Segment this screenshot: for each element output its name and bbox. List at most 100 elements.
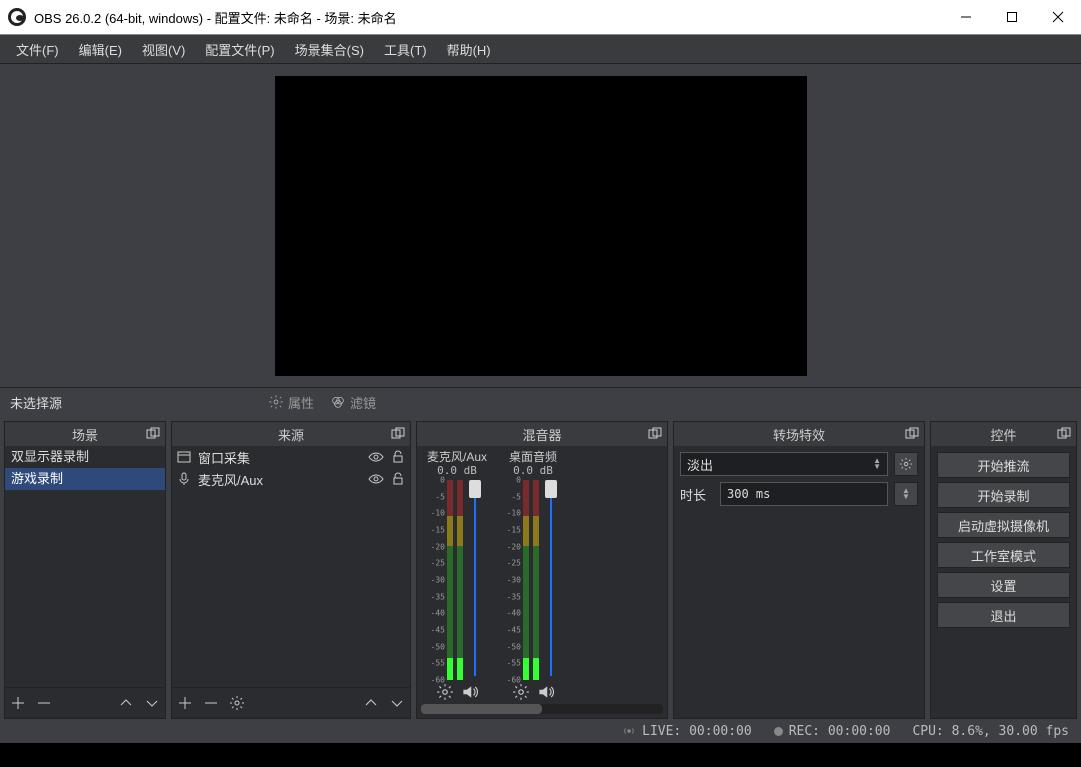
popout-icon[interactable] bbox=[145, 426, 161, 442]
controls-header[interactable]: 控件 bbox=[931, 422, 1076, 446]
window-capture-icon bbox=[176, 449, 192, 465]
source-move-up-button[interactable] bbox=[362, 694, 380, 712]
exit-button[interactable]: 退出 bbox=[937, 602, 1070, 628]
transition-properties-button[interactable] bbox=[894, 452, 918, 476]
lock-toggle[interactable] bbox=[390, 449, 406, 465]
sources-toolbar bbox=[172, 687, 410, 718]
source-move-down-button[interactable] bbox=[388, 694, 406, 712]
mixer-channel: 麦克风/Aux0.0 dB0-5-10-15-20-25-30-35-40-45… bbox=[421, 448, 493, 704]
transitions-dock: 转场特效 淡出 ▲▼ 时长 300 ms ▲▼ bbox=[673, 421, 925, 719]
menu-profile[interactable]: 配置文件(P) bbox=[195, 36, 284, 63]
mixer-channel-mute-button[interactable] bbox=[536, 683, 554, 704]
microphone-icon bbox=[176, 471, 192, 487]
mixer-header[interactable]: 混音器 bbox=[417, 422, 667, 446]
popout-icon[interactable] bbox=[390, 426, 406, 442]
status-live-text: LIVE: 00:00:00 bbox=[642, 724, 752, 739]
scenes-header[interactable]: 场景 bbox=[5, 422, 165, 446]
source-properties-button[interactable] bbox=[228, 694, 246, 712]
filters-button[interactable]: 滤镜 bbox=[322, 388, 384, 416]
scenes-dock: 场景 双显示器录制游戏录制 bbox=[4, 421, 166, 719]
transition-duration-label: 时长 bbox=[680, 485, 714, 504]
controls-body: 开始推流 开始录制 启动虚拟摄像机 工作室模式 设置 退出 bbox=[931, 446, 1076, 634]
preview-canvas[interactable] bbox=[275, 76, 807, 376]
transition-duration-input[interactable]: 300 ms bbox=[720, 482, 888, 506]
chevron-updown-icon: ▲▼ bbox=[873, 458, 881, 470]
controls-title: 控件 bbox=[990, 425, 1016, 444]
popout-icon[interactable] bbox=[647, 426, 663, 442]
mixer-channel-name: 桌面音频 bbox=[509, 448, 557, 464]
maximize-button[interactable] bbox=[989, 0, 1035, 34]
window-titlebar: OBS 26.0.2 (64-bit, windows) - 配置文件: 未命名… bbox=[0, 0, 1081, 35]
mixer-title: 混音器 bbox=[522, 425, 561, 444]
source-toolbar: 未选择源 属性 滤镜 bbox=[0, 387, 1081, 416]
source-item-label: 窗口采集 bbox=[198, 448, 362, 467]
mixer-channel-settings-button[interactable] bbox=[436, 683, 454, 704]
record-dot-icon bbox=[774, 727, 783, 736]
mixer-meter: 0-5-10-15-20-25-30-35-40-45-50-55-60 bbox=[429, 480, 485, 704]
controls-dock: 控件 开始推流 开始录制 启动虚拟摄像机 工作室模式 设置 退出 bbox=[930, 421, 1077, 719]
minimize-button[interactable] bbox=[943, 0, 989, 34]
start-virtualcam-button[interactable]: 启动虚拟摄像机 bbox=[937, 512, 1070, 538]
mixer-scale: 0-5-10-15-20-25-30-35-40-45-50-55-60 bbox=[429, 480, 445, 680]
preview-area bbox=[0, 64, 1081, 387]
lock-toggle[interactable] bbox=[390, 471, 406, 487]
menu-scene-collection[interactable]: 场景集合(S) bbox=[285, 36, 374, 63]
scene-move-up-button[interactable] bbox=[117, 694, 135, 712]
scenes-toolbar bbox=[5, 687, 165, 718]
source-add-button[interactable] bbox=[176, 694, 194, 712]
scene-add-button[interactable] bbox=[9, 694, 27, 712]
mixer-channel-name: 麦克风/Aux bbox=[427, 448, 487, 464]
visibility-toggle[interactable] bbox=[368, 449, 384, 465]
mixer-channel-settings-button[interactable] bbox=[512, 683, 530, 704]
close-button[interactable] bbox=[1035, 0, 1081, 34]
mixer-fader[interactable] bbox=[547, 480, 555, 680]
menu-edit[interactable]: 编辑(E) bbox=[69, 36, 132, 63]
sources-list[interactable]: 窗口采集麦克风/Aux bbox=[172, 446, 410, 687]
scenes-title: 场景 bbox=[72, 425, 98, 444]
mixer-channel-mute-button[interactable] bbox=[460, 683, 478, 704]
sources-header[interactable]: 来源 bbox=[172, 422, 410, 446]
source-remove-button[interactable] bbox=[202, 694, 220, 712]
menu-help[interactable]: 帮助(H) bbox=[437, 36, 501, 63]
source-item-label: 麦克风/Aux bbox=[198, 470, 362, 489]
mixer-body: 麦克风/Aux0.0 dB0-5-10-15-20-25-30-35-40-45… bbox=[417, 446, 667, 704]
menu-tools[interactable]: 工具(T) bbox=[374, 36, 437, 63]
popout-icon[interactable] bbox=[904, 426, 920, 442]
mixer-dock: 混音器 麦克风/Aux0.0 dB0-5-10-15-20-25-30-35-4… bbox=[416, 421, 668, 719]
mixer-meter: 0-5-10-15-20-25-30-35-40-45-50-55-60 bbox=[505, 480, 561, 704]
properties-button[interactable]: 属性 bbox=[260, 388, 322, 416]
sources-dock: 来源 窗口采集麦克风/Aux bbox=[171, 421, 411, 719]
transitions-header[interactable]: 转场特效 bbox=[674, 422, 924, 446]
settings-button[interactable]: 设置 bbox=[937, 572, 1070, 598]
scenes-list[interactable]: 双显示器录制游戏录制 bbox=[5, 446, 165, 687]
status-rec: REC: 00:00:00 bbox=[774, 724, 891, 739]
scene-move-down-button[interactable] bbox=[143, 694, 161, 712]
menu-file[interactable]: 文件(F) bbox=[6, 36, 69, 63]
transitions-body: 淡出 ▲▼ 时长 300 ms ▲▼ bbox=[674, 446, 924, 512]
source-item[interactable]: 麦克风/Aux bbox=[172, 468, 410, 490]
transitions-title: 转场特效 bbox=[773, 425, 825, 444]
status-rec-text: REC: 00:00:00 bbox=[789, 724, 891, 739]
menu-view[interactable]: 视图(V) bbox=[132, 36, 195, 63]
mixer-scale: 0-5-10-15-20-25-30-35-40-45-50-55-60 bbox=[505, 480, 521, 680]
transition-duration-stepper[interactable]: ▲▼ bbox=[894, 482, 918, 506]
chevron-updown-icon: ▲▼ bbox=[902, 488, 910, 500]
start-streaming-button[interactable]: 开始推流 bbox=[937, 452, 1070, 478]
source-item[interactable]: 窗口采集 bbox=[172, 446, 410, 468]
broadcast-icon bbox=[622, 724, 636, 738]
status-cpu-text: CPU: 8.6%, 30.00 fps bbox=[912, 724, 1069, 739]
mixer-meter-left bbox=[523, 480, 529, 680]
popout-icon[interactable] bbox=[1056, 426, 1072, 442]
mixer-channel: 桌面音频0.0 dB0-5-10-15-20-25-30-35-40-45-50… bbox=[497, 448, 569, 704]
scene-item[interactable]: 游戏录制 bbox=[5, 468, 165, 490]
scene-remove-button[interactable] bbox=[35, 694, 53, 712]
mixer-scrollbar[interactable] bbox=[421, 704, 663, 714]
window-title: OBS 26.0.2 (64-bit, windows) - 配置文件: 未命名… bbox=[34, 8, 397, 27]
mixer-fader[interactable] bbox=[471, 480, 479, 680]
properties-label: 属性 bbox=[288, 393, 314, 412]
transition-select[interactable]: 淡出 ▲▼ bbox=[680, 452, 888, 476]
studio-mode-button[interactable]: 工作室模式 bbox=[937, 542, 1070, 568]
visibility-toggle[interactable] bbox=[368, 471, 384, 487]
start-recording-button[interactable]: 开始录制 bbox=[937, 482, 1070, 508]
scene-item[interactable]: 双显示器录制 bbox=[5, 446, 165, 468]
